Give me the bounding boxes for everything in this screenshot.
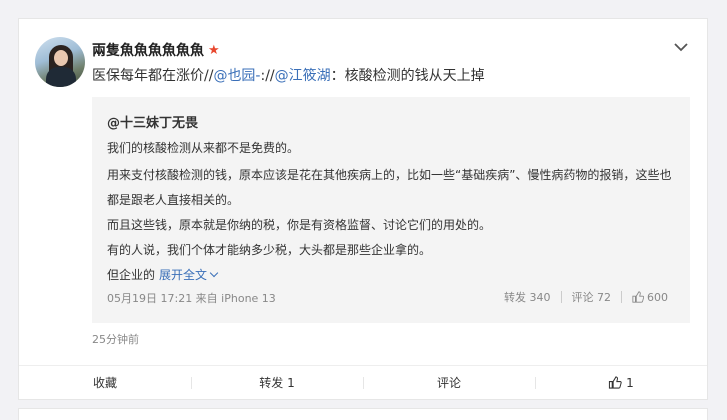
thumbs-up-icon[interactable]	[632, 291, 644, 303]
quoted-text-line: 但企业的 展开全文	[107, 266, 217, 283]
collect-button[interactable]: 收藏	[19, 366, 191, 399]
comment-label: 评论	[436, 376, 461, 390]
username[interactable]: 兩隻魚魚魚魚魚魚	[92, 40, 204, 60]
quoted-actions: 转发 340 评论 72 600	[504, 289, 668, 305]
quoted-text-part: 但企业的	[107, 268, 156, 282]
post-text-part: 医保每年都在涨价//	[92, 68, 214, 84]
action-bar: 收藏 转发 1 评论 1	[19, 365, 707, 399]
collect-label: 收藏	[92, 376, 117, 390]
mention-link[interactable]: @江筱湖	[275, 68, 331, 84]
quoted-text-line: 而且这些钱，原本就是你纳的税，你是有资格监督、讨论它们的用处的。	[107, 218, 492, 232]
quoted-comment-count[interactable]: 评论 72	[572, 289, 612, 305]
post-text: 医保每年都在涨价//@也园-://@江筱湖：核酸检测的钱从天上掉	[92, 65, 485, 85]
username-row: 兩隻魚魚魚魚魚魚 ★	[92, 40, 220, 60]
comment-button[interactable]: 评论	[363, 366, 535, 399]
quoted-text-line: 我们的核酸检测从来都不是免费的。	[107, 141, 300, 155]
quoted-text-line: 有的人说，我们个体才能纳多少税，大头都是那些企业拿的。	[107, 243, 432, 257]
thumbs-up-icon	[609, 376, 622, 389]
quoted-meta: 05月19日 17:21 来自 iPhone 13	[107, 292, 276, 305]
quoted-author[interactable]: @十三妹丁无畏	[107, 112, 198, 131]
quoted-text-line: 都是跟老人直接相关的。	[107, 193, 240, 207]
post-text-part: ：核酸检测的钱从天上掉	[330, 68, 485, 84]
repost-label: 转发 1	[259, 376, 295, 390]
like-count: 1	[626, 376, 634, 390]
expand-full-text-link[interactable]: 展开全文	[159, 268, 217, 282]
repost-button[interactable]: 转发 1	[191, 366, 363, 399]
quoted-like-count[interactable]: 600	[647, 291, 668, 304]
quoted-text-line: 用来支付核酸检测的钱，原本应该是花在其他疾病上的，比如一些“基础疾病”、慢性病药…	[107, 168, 672, 182]
quoted-post[interactable]: @十三妹丁无畏 我们的核酸检测从来都不是免费的。 用来支付核酸检测的钱，原本应该…	[92, 97, 690, 323]
chevron-down-icon[interactable]	[673, 41, 689, 53]
post-time[interactable]: 25分钟前	[92, 331, 139, 347]
like-button[interactable]: 1	[535, 366, 707, 399]
avatar[interactable]	[35, 37, 85, 87]
mention-link[interactable]: @也园-	[213, 68, 260, 84]
post-card: 兩隻魚魚魚魚魚魚 ★ 医保每年都在涨价//@也园-://@江筱湖：核酸检测的钱从…	[18, 18, 708, 400]
next-post-card-edge	[18, 408, 708, 420]
post-text-part: ://	[260, 68, 275, 84]
quoted-repost-count[interactable]: 转发 340	[504, 289, 551, 305]
star-icon: ★	[208, 42, 220, 58]
